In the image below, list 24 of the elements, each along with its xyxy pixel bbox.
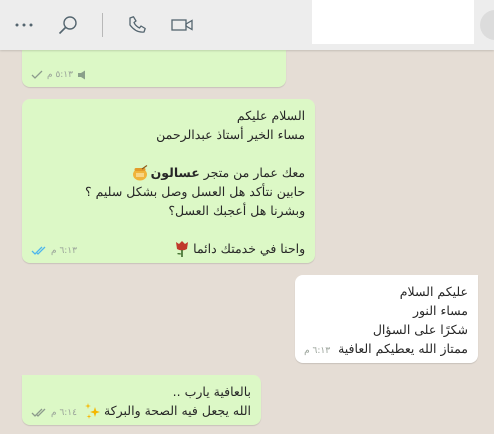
message-text: ممتاز الله يعطيكم العافية: [338, 340, 468, 358]
message-time: ٦:١٣ م: [304, 345, 330, 357]
message-text: حابين نتأكد هل العسل وصل بشكل سليم ؟: [84, 182, 306, 201]
message-text: عليكم السلام: [400, 283, 468, 301]
honey-pot-icon: [132, 164, 148, 180]
message-text: الله يجعل فيه الصحة والبركة: [104, 402, 252, 420]
message-time: ٥:١٣ م: [47, 69, 73, 81]
message-text: واحنا في خدمتك دائما: [193, 240, 306, 258]
video-camera-icon[interactable]: [171, 18, 193, 32]
message-time: ٦:١٤ م: [51, 407, 77, 419]
message-time: ٦:١٣ م: [51, 245, 77, 257]
phone-icon[interactable]: [127, 15, 147, 35]
message-text: مساء الخير أستاذ عبدالرحمن: [156, 126, 306, 144]
message-text: شكرًا على السؤال: [372, 321, 468, 339]
menu-icon[interactable]: [14, 22, 34, 28]
message-text: معك عمار من متجر عسالون: [150, 164, 306, 182]
message-text: وبشرنا هل أعجبك العسل؟: [168, 202, 306, 220]
message-text: مساء النور: [412, 302, 468, 320]
message-text: السلام عليكم: [236, 107, 306, 125]
search-icon[interactable]: [58, 15, 78, 35]
sparkles-icon: [84, 402, 101, 420]
rose-icon: [174, 240, 190, 258]
message-text: بالعافية يارب ..: [172, 383, 252, 401]
speaker-icon: [76, 70, 87, 80]
